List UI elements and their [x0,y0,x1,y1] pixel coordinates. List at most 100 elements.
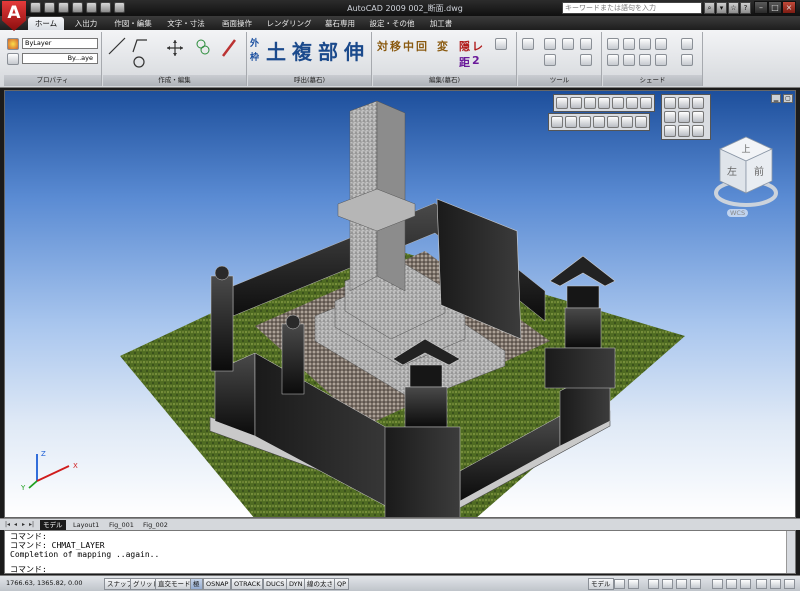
osnap-toggle[interactable]: OSNAP [203,578,232,590]
color-icon[interactable] [7,38,19,50]
view-sw-iso-icon[interactable] [664,125,676,137]
shade-2-icon[interactable] [623,38,635,50]
change-button[interactable]: 変 [437,38,448,54]
pan-icon[interactable] [544,38,556,50]
first-tab-arrow[interactable]: |◂ [4,521,11,529]
compound-button[interactable]: 複 [292,36,312,65]
free-orbit-icon[interactable] [565,116,577,128]
prev-tab-arrow[interactable]: ◂ [12,521,19,529]
manager-icon[interactable] [640,97,652,109]
open-file-icon[interactable] [44,2,55,13]
view-right-icon[interactable] [664,111,676,123]
maximize-button[interactable]: □ [768,1,782,14]
panel-label-edit[interactable]: 編集(墓石) [373,75,516,86]
clean-screen-icon[interactable] [784,579,795,589]
linetype-combo[interactable]: By...aye [22,53,98,64]
workspace-switch-icon[interactable] [740,579,751,589]
shade-3-icon[interactable] [639,38,651,50]
tab-fig-002[interactable]: Fig_002 [140,520,171,530]
orbit-icon[interactable] [551,116,563,128]
redo-icon[interactable] [114,2,125,13]
search-input[interactable]: キーワードまたは語句を入力 [562,2,702,14]
showmotion-icon[interactable] [690,579,701,589]
undo-icon[interactable] [100,2,111,13]
ducs-toggle[interactable]: DUCS [263,578,288,590]
tab-draw-edit[interactable]: 作図・編集 [110,17,156,30]
polar-toggle[interactable]: 極 [190,578,203,590]
tab-tombstone[interactable]: 墓石専用 [320,17,360,30]
sphere-icon[interactable] [626,97,638,109]
steering-wheel-icon[interactable] [676,579,687,589]
new-file-icon[interactable] [30,2,41,13]
help-icon[interactable]: ? [740,2,751,14]
shade-1-icon[interactable] [607,38,619,50]
star-icon[interactable]: ☆ [728,2,739,14]
tab-view[interactable]: 画面操作 [216,17,258,30]
panel-label-call[interactable]: 呼出(墓石) [248,75,371,86]
panel-label-shade[interactable]: シェード [603,75,702,86]
view-toolbar[interactable] [661,94,711,140]
part-button[interactable]: 部 [318,36,338,65]
linetype-icon[interactable] [7,53,19,65]
search-icon[interactable]: ⌕ [704,2,715,14]
3d-wireframe-icon[interactable] [570,97,582,109]
shade-5-icon[interactable] [681,38,693,50]
render-icon[interactable] [635,116,647,128]
command-prompt[interactable]: コマンド: [10,565,47,574]
layer-combo[interactable]: ByLayer [22,38,98,49]
next-tab-arrow[interactable]: ▸ [20,521,27,529]
quick-view-drawings-icon[interactable] [628,579,639,589]
last-tab-arrow[interactable]: ▸| [28,521,35,529]
properties-icon[interactable] [562,38,574,50]
stretch-button[interactable]: 伸 [344,36,364,65]
camera-icon[interactable] [593,116,605,128]
zoom-icon[interactable] [522,38,534,50]
3d-navigation-toolbar[interactable] [548,113,650,131]
tab-model[interactable]: モデル [40,520,66,530]
tab-home[interactable]: ホーム [28,17,64,30]
edit-extra-icon[interactable] [495,38,507,50]
shade-8-icon[interactable] [639,54,651,66]
quick-view-layouts-icon[interactable] [614,579,625,589]
view-back-icon[interactable] [692,111,704,123]
layer-button[interactable]: レ [472,38,483,54]
move-button[interactable]: 移 [390,38,401,54]
command-scrollbar[interactable] [786,531,795,573]
tab-processing[interactable]: 加工書 [424,17,458,30]
tab-rendering[interactable]: レンダリング [264,17,314,30]
tab-text-dimension[interactable]: 文字・寸法 [163,17,209,30]
zoom-status-icon[interactable] [662,579,673,589]
distance2-button[interactable]: 2 [472,54,480,67]
lineweight-toggle[interactable]: 線の太さ [304,578,336,590]
conceptual-style-icon[interactable] [612,97,624,109]
view-se-iso-icon[interactable] [678,125,690,137]
calc-icon[interactable] [580,54,592,66]
shade-4-icon[interactable] [655,38,667,50]
realistic-style-icon[interactable] [598,97,610,109]
command-line[interactable]: コマンド: コマンド: CHMAT_LAYER Completion of ma… [4,530,796,574]
view-top-icon[interactable] [664,97,676,109]
ortho-toggle[interactable]: 直交モード [155,578,194,590]
shade-7-icon[interactable] [623,54,635,66]
rotate-button[interactable]: 回 [416,38,427,54]
visual-styles-toolbar[interactable] [553,94,655,112]
annotation-visibility-icon[interactable] [726,579,737,589]
qp-toggle[interactable]: QP [334,578,350,590]
comm-center-icon[interactable]: ▾ [716,2,727,14]
annotation-scale-icon[interactable] [712,579,723,589]
view-front-icon[interactable] [678,111,690,123]
wcs-menu[interactable]: WCS [727,209,749,217]
outer-button[interactable]: 外 [250,36,259,49]
panel-label-draw-edit[interactable]: 作成・編集 [103,75,246,86]
hidden-style-icon[interactable] [584,97,596,109]
view-ne-iso-icon[interactable] [692,125,704,137]
lock-icon[interactable] [756,579,767,589]
shade-10-icon[interactable] [681,54,693,66]
pan-status-icon[interactable] [648,579,659,589]
drawing-viewport[interactable]: ▁ ▢ 上 左 前 WCS Z X Y [4,90,796,518]
panel-label-tools[interactable]: ツール [518,75,601,86]
match-icon[interactable] [580,38,592,50]
hide-button[interactable]: 隠 [459,38,470,54]
viewport-restore-button[interactable]: ▢ [783,94,793,103]
view-bottom-icon[interactable] [678,97,690,109]
